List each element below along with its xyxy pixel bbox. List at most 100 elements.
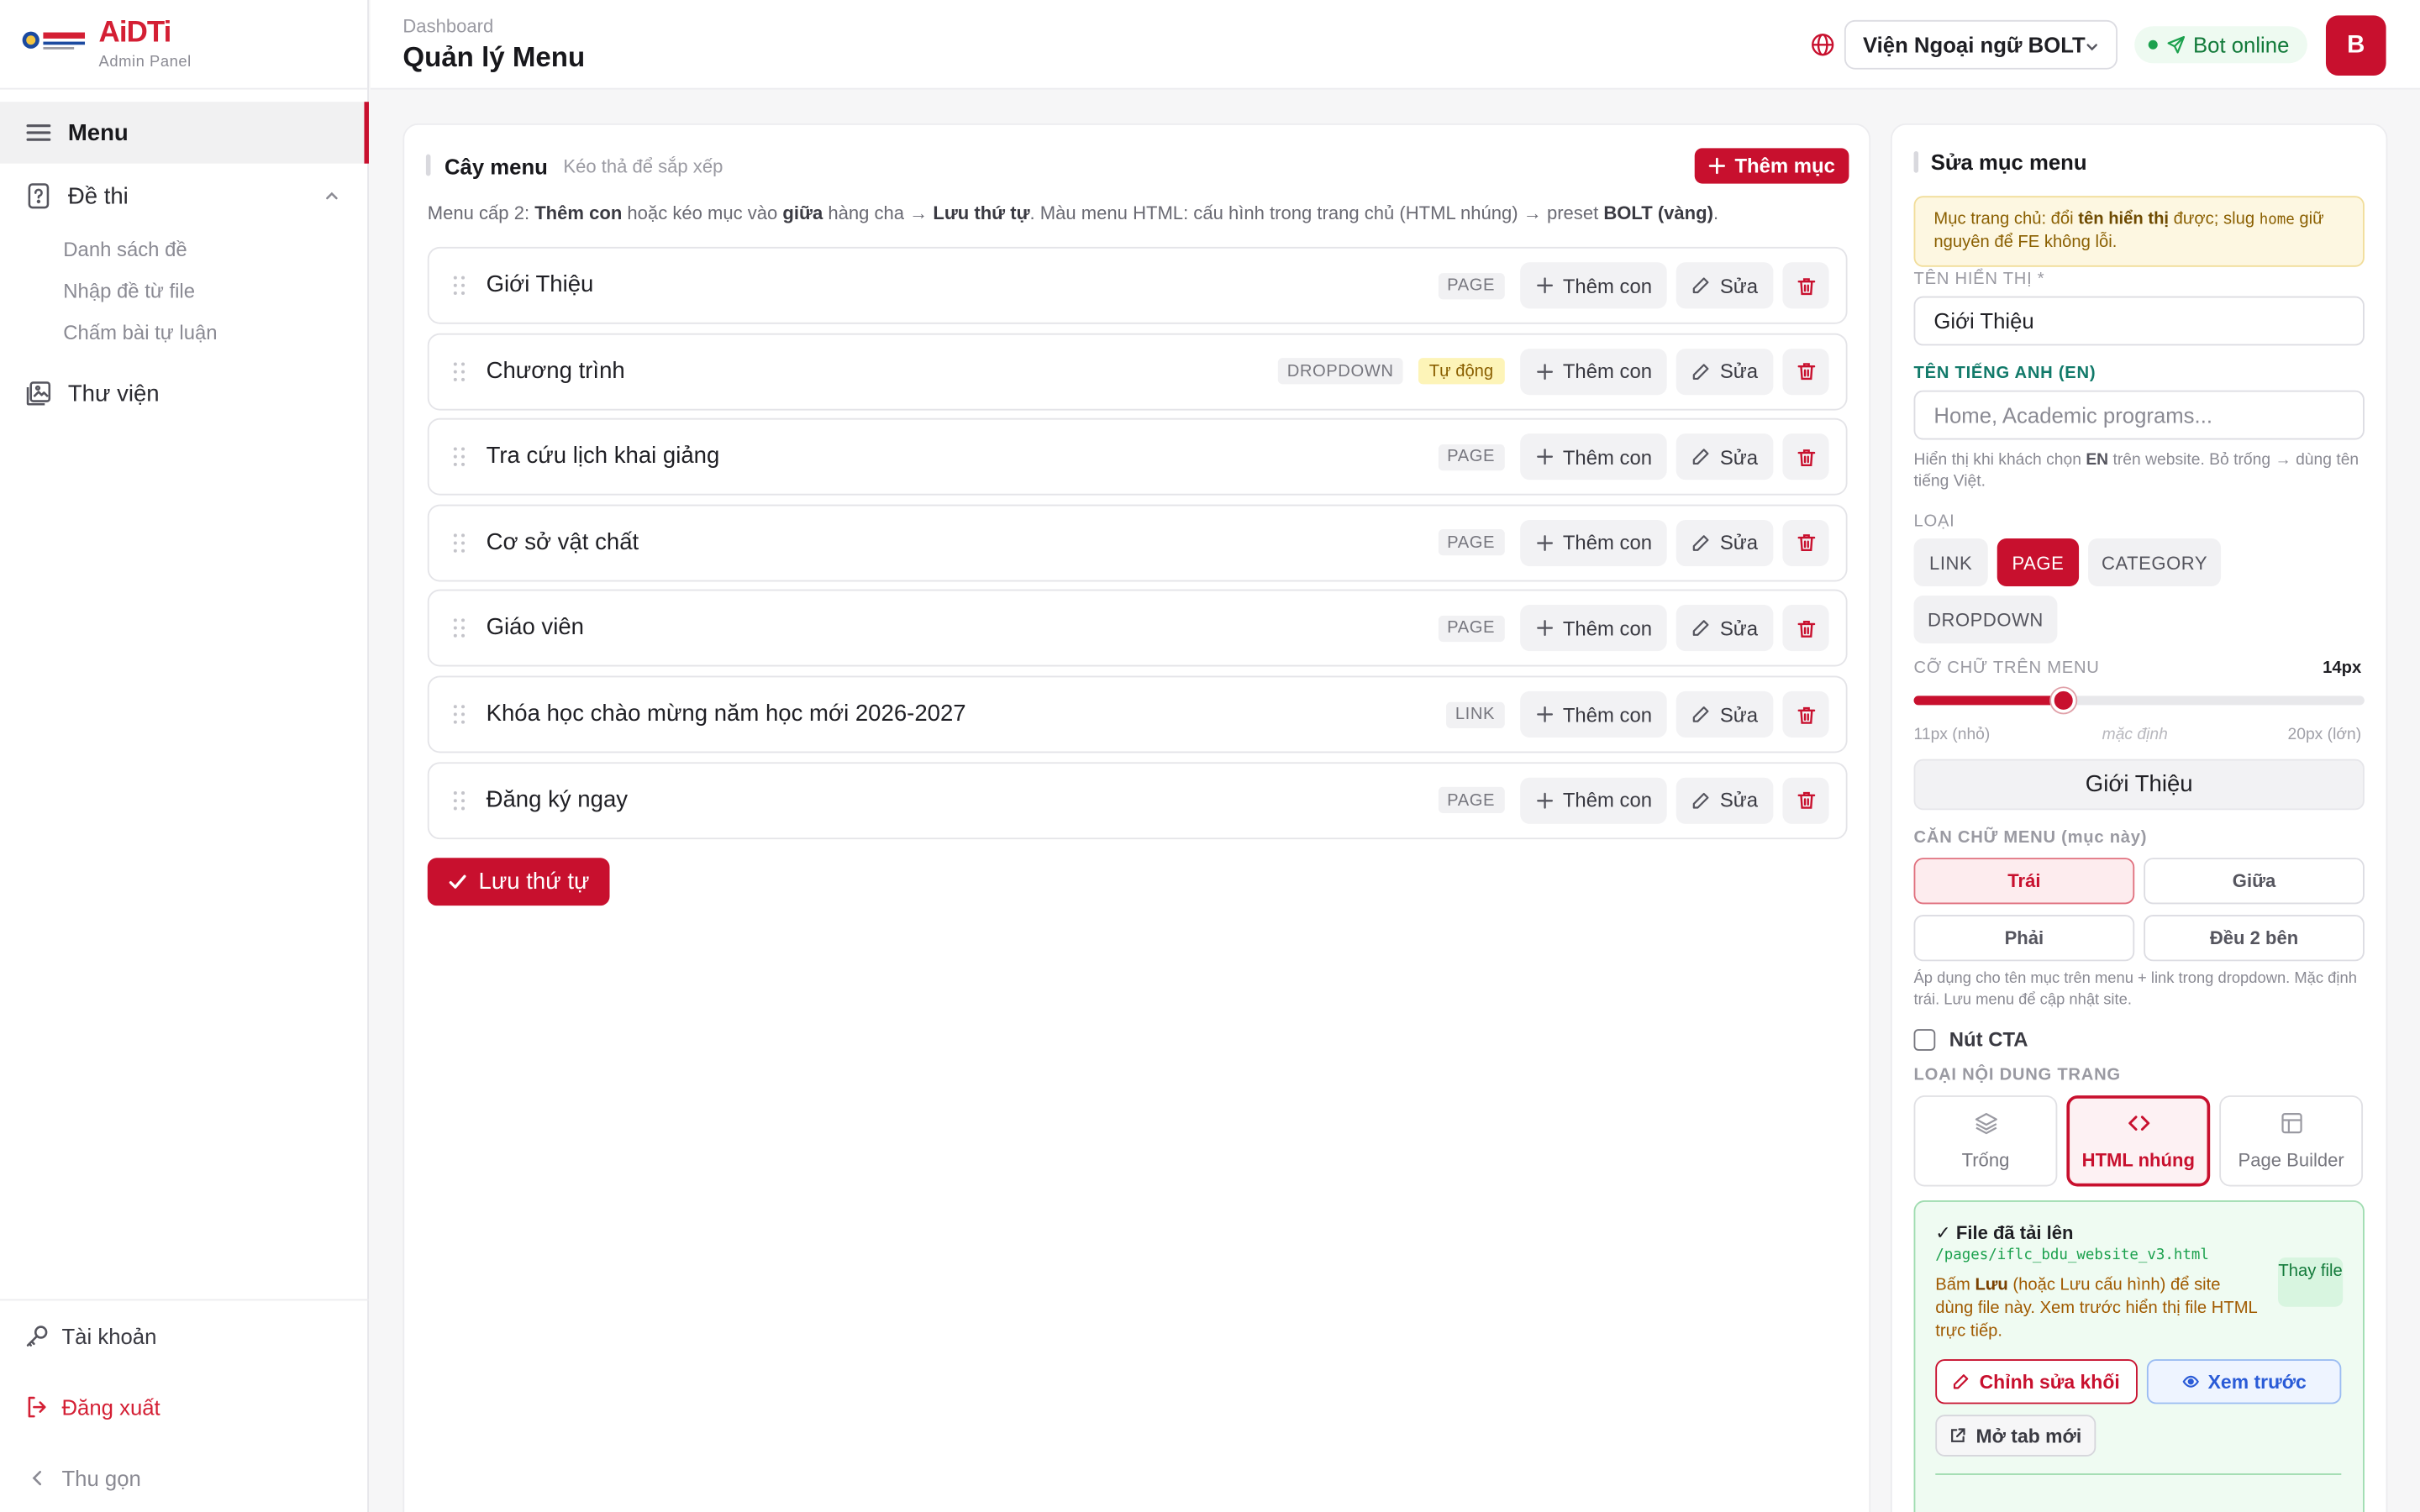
add-child-button[interactable]: Thêm con (1519, 262, 1668, 309)
menu-row[interactable]: Tra cứu lịch khai giảng PAGE Thêm con Sửa (427, 418, 1848, 496)
hamburger-icon (26, 124, 51, 141)
add-child-button[interactable]: Thêm con (1519, 433, 1668, 480)
delete-button[interactable] (1782, 605, 1829, 652)
drag-handle-icon[interactable] (452, 617, 466, 639)
add-child-button[interactable]: Thêm con (1519, 348, 1668, 395)
drag-handle-icon[interactable] (452, 532, 466, 554)
delete-button[interactable] (1782, 776, 1829, 824)
delete-button[interactable] (1782, 348, 1829, 395)
pencil-icon (1693, 277, 1710, 294)
trash-icon (1797, 620, 1815, 638)
align-justify-button[interactable]: Đều 2 bên (2144, 915, 2365, 962)
alignment-label: CĂN CHỮ MENU (mục này) (1913, 828, 2148, 848)
sidebar-divider (0, 1299, 369, 1301)
logout-link[interactable]: Đăng xuất (0, 1379, 369, 1435)
sidebar-subitem-exam-list[interactable]: Danh sách đề (63, 238, 187, 261)
display-name-field[interactable]: Giới Thiệu (1913, 296, 2365, 346)
edit-button[interactable]: Sửa (1676, 605, 1774, 652)
replace-file-button[interactable]: Thay file (2278, 1257, 2344, 1307)
cta-checkbox[interactable]: Nút CTA (1913, 1027, 2028, 1051)
preview-button[interactable]: Xem trước (2146, 1359, 2342, 1404)
menu-row[interactable]: Giáo viên PAGE Thêm con Sửa (427, 590, 1848, 668)
account-label: Tài khoản (61, 1323, 157, 1349)
delete-button[interactable] (1782, 433, 1829, 480)
add-child-button[interactable]: Thêm con (1519, 690, 1668, 738)
type-label: LOẠI (1913, 512, 1955, 531)
edit-button[interactable]: Sửa (1676, 776, 1774, 824)
row-actions: PAGE Thêm con Sửa (1438, 605, 1829, 652)
slider-thumb[interactable] (2051, 688, 2076, 713)
align-right-button[interactable]: Phải (1913, 915, 2135, 962)
sidebar-subitem-import-exam[interactable]: Nhập đề từ file (63, 279, 195, 302)
bot-status-label: Bot online (2193, 32, 2290, 57)
edit-button[interactable]: Sửa (1676, 690, 1774, 738)
file-path: /pages/iflc_bdu_website_v3.html (1935, 1247, 2209, 1264)
font-size-slider[interactable] (1913, 688, 2365, 713)
edit-button[interactable]: Sửa (1676, 519, 1774, 566)
sidebar-item-library[interactable]: Thư viện (0, 363, 369, 424)
menu-row[interactable]: Khóa học chào mừng năm học mới 2026-2027… (427, 675, 1848, 753)
pencil-icon (1693, 706, 1710, 722)
breadcrumb[interactable]: Dashboard (402, 15, 493, 37)
menu-row[interactable]: Giới Thiệu PAGE Thêm con Sửa (427, 246, 1848, 324)
uploaded-file-box: ✓ File đã tải lên /pages/iflc_bdu_websit… (1913, 1200, 2365, 1512)
drag-handle-icon[interactable] (452, 446, 466, 468)
type-badge: PAGE (1438, 444, 1505, 470)
sidebar-item-menu[interactable]: Menu (0, 102, 369, 164)
menu-row[interactable]: Đăng ký ngay PAGE Thêm con Sửa (427, 761, 1848, 839)
align-center-button[interactable]: Giữa (2144, 858, 2365, 905)
content-type-html[interactable]: HTML nhúng (2066, 1095, 2211, 1187)
menu-row-label: Tra cứu lịch khai giảng (486, 443, 720, 470)
plus-icon (1536, 620, 1553, 637)
plus-icon (1536, 277, 1553, 294)
account-link[interactable]: Tài khoản (0, 1309, 369, 1364)
university-logo (22, 31, 86, 50)
menu-row[interactable]: Cơ sở vật chất PAGE Thêm con Sửa (427, 504, 1848, 582)
drag-handle-icon[interactable] (452, 275, 466, 297)
edit-blocks-button[interactable]: Chỉnh sửa khối (1935, 1359, 2138, 1404)
type-chip-dropdown[interactable]: DROPDOWN (1913, 595, 2058, 643)
avatar[interactable]: B (2325, 15, 2386, 76)
menu-row[interactable]: Chương trình DROPDOWN Tự động Thêm con Sửa (427, 332, 1848, 410)
type-chip-category[interactable]: CATEGORY (2088, 538, 2222, 586)
chevron-up-icon[interactable] (323, 186, 341, 205)
type-badge: PAGE (1438, 272, 1505, 299)
edit-button[interactable]: Sửa (1676, 262, 1774, 309)
edit-button[interactable]: Sửa (1676, 433, 1774, 480)
add-child-button[interactable]: Thêm con (1519, 605, 1668, 652)
align-left-button[interactable]: Trái (1913, 858, 2135, 905)
delete-button[interactable] (1782, 262, 1829, 309)
drag-handle-icon[interactable] (452, 704, 466, 726)
edit-button[interactable]: Sửa (1676, 348, 1774, 395)
delete-button[interactable] (1782, 690, 1829, 738)
delete-button[interactable] (1782, 519, 1829, 566)
auto-badge: Tự động (1418, 358, 1505, 385)
drag-handle-icon[interactable] (452, 790, 466, 811)
add-child-button[interactable]: Thêm con (1519, 519, 1668, 566)
checkbox[interactable] (1913, 1028, 1936, 1050)
scale-max-label: 20px (lớn) (2287, 725, 2362, 744)
edit-menu-item-panel: Sửa mục menu Mục trang chủ: đổi tên hiển… (1891, 123, 2388, 1512)
scale-min-label: 11px (nhỏ) (1913, 725, 1991, 744)
pencil-icon (1693, 620, 1710, 637)
type-chip-link[interactable]: LINK (1913, 538, 1988, 586)
add-menu-item-button[interactable]: Thêm mục (1694, 148, 1849, 184)
english-name-field[interactable]: Home, Academic programs... (1913, 390, 2365, 440)
sidebar-item-exams[interactable]: Đề thi (0, 165, 369, 227)
open-new-tab-button[interactable]: Mở tab mới (1935, 1415, 2096, 1457)
eye-icon (2181, 1375, 2199, 1388)
content-type-empty[interactable]: Trống (1913, 1095, 2058, 1187)
type-chip-page[interactable]: PAGE (1996, 538, 2080, 586)
add-child-button[interactable]: Thêm con (1519, 776, 1668, 824)
row-actions: PAGE Thêm con Sửa (1438, 776, 1829, 824)
font-size-value: 14px (2323, 659, 2362, 678)
organization-select[interactable]: Viện Ngoại ngữ BOLT (1844, 19, 2118, 70)
brand-subtitle: Admin Panel (98, 54, 192, 71)
content-type-page-builder[interactable]: Page Builder (2219, 1095, 2364, 1187)
collapse-sidebar-button[interactable]: Thu gọn (0, 1451, 369, 1506)
english-name-label: TÊN TIẾNG ANH (EN) (1913, 364, 2096, 383)
drag-handle-icon[interactable] (452, 360, 466, 382)
sidebar-subitem-grade-essay[interactable]: Chấm bài tự luận (63, 321, 217, 344)
trash-icon (1797, 363, 1815, 381)
save-order-button[interactable]: Lưu thứ tự (427, 858, 610, 906)
